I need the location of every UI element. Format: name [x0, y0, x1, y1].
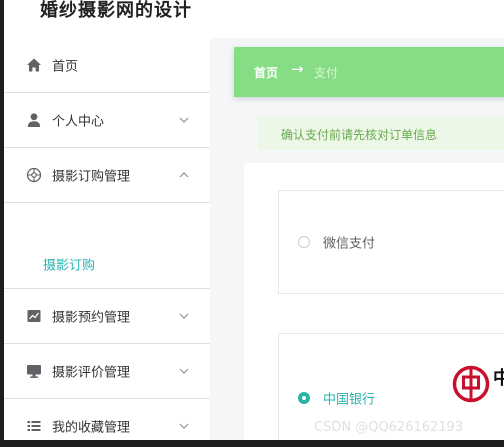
sidebar-item-label: 首页 — [52, 59, 79, 75]
payment-notice-text: 确认支付前请先核对订单信息 — [281, 128, 438, 142]
user-icon — [26, 112, 42, 128]
sidebar-item-label: 我的收藏管理 — [52, 420, 131, 436]
sidebar-item-photo-booking-management[interactable]: 摄影预约管理 — [4, 289, 210, 344]
list-icon — [26, 418, 42, 434]
sidebar-item-photo-order-management[interactable]: 摄影订购管理 — [4, 148, 210, 203]
app-window: 婚纱摄影网的设计 首页 个人中心 摄影订购管理 摄影订购 摄影预约管理 摄影评价… — [4, 0, 504, 440]
bank-logo-text: 中 — [493, 368, 504, 389]
aperture-icon — [26, 167, 42, 183]
chevron-down-icon[interactable] — [178, 114, 190, 126]
chevron-down-icon[interactable] — [178, 420, 190, 432]
app-title: 婚纱摄影网的设计 — [40, 0, 192, 20]
sidebar-item-label: 摄影订购管理 — [52, 169, 131, 185]
sidebar-item-home[interactable]: 首页 — [4, 38, 210, 93]
monitor-icon — [26, 363, 42, 379]
payment-option-wechat[interactable]: 微信支付 — [278, 190, 504, 294]
sidebar-item-label: 摄影预约管理 — [52, 310, 131, 326]
payment-panel: 微信支付 中国银行 中 — [244, 163, 504, 440]
breadcrumb: 首页 → 支付 — [234, 47, 504, 97]
sidebar-subitem-label: 摄影订购 — [43, 258, 96, 273]
wechat-pay-radio[interactable] — [298, 236, 310, 248]
bank-of-china-label: 中国银行 — [323, 392, 376, 408]
sidebar-item-photo-review-management[interactable]: 摄影评价管理 — [4, 344, 210, 399]
chevron-up-icon[interactable] — [178, 169, 190, 181]
breadcrumb-home-link[interactable]: 首页 — [254, 64, 278, 81]
breadcrumb-separator: → — [291, 60, 304, 78]
sidebar-subitem-photo-order[interactable]: 摄影订购 — [4, 239, 210, 289]
sidebar-item-label: 摄影评价管理 — [52, 365, 131, 381]
main-area: 首页 → 支付 确认支付前请先核对订单信息 微信支付 中国银行 中 — [210, 38, 504, 440]
chevron-down-icon[interactable] — [178, 365, 190, 377]
wechat-pay-label: 微信支付 — [323, 236, 376, 252]
sidebar-item-label: 个人中心 — [52, 114, 105, 130]
bank-of-china-radio[interactable] — [298, 392, 310, 404]
chart-icon — [26, 308, 42, 324]
payment-notice: 确认支付前请先核对订单信息 — [258, 116, 504, 150]
chevron-down-icon[interactable] — [178, 310, 190, 322]
breadcrumb-current: 支付 — [314, 66, 339, 80]
sidebar: 首页 个人中心 摄影订购管理 摄影订购 摄影预约管理 摄影评价管理 我的收藏管理 — [4, 38, 211, 440]
watermark: CSDN @QQ626162193 — [314, 420, 464, 435]
sidebar-item-personal-center[interactable]: 个人中心 — [4, 93, 210, 148]
home-icon — [26, 57, 42, 73]
sidebar-item-my-favorites-management[interactable]: 我的收藏管理 — [4, 399, 210, 440]
bank-of-china-logo-icon — [452, 365, 490, 403]
